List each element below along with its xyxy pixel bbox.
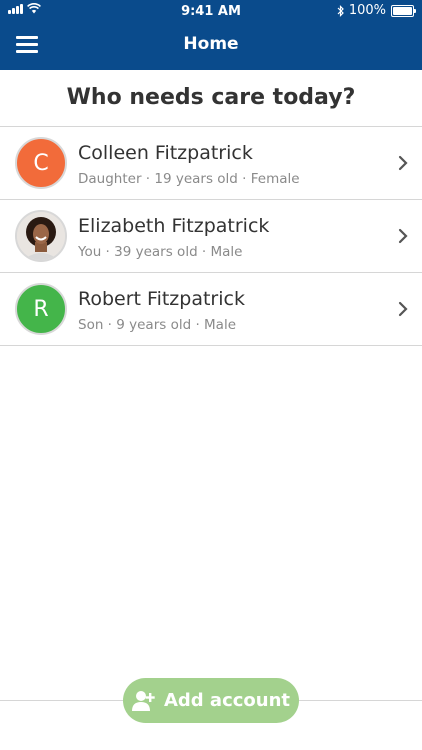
add-account-label: Add account — [163, 690, 291, 711]
status-right: 100% — [337, 3, 416, 18]
person-details: Daughter · 19 years old · Female — [78, 171, 300, 187]
list-item-elizabeth[interactable]: Elizabeth Fitzpatrick You · 39 years old… — [0, 200, 422, 273]
avatar-initial: C — [33, 150, 49, 176]
page-title: Home — [183, 34, 239, 54]
person-photo-icon — [17, 212, 65, 260]
person-details: Son · 9 years old · Male — [78, 317, 237, 333]
bluetooth-icon — [337, 4, 344, 17]
add-account-button[interactable]: Add account — [123, 678, 299, 723]
person-details: You · 39 years old · Male — [78, 244, 243, 260]
list-item-colleen[interactable]: C Colleen Fitzpatrick Daughter · 19 year… — [0, 127, 422, 200]
battery-icon — [391, 4, 416, 17]
chevron-right-icon — [398, 228, 408, 244]
care-prompt: Who needs care today? — [0, 70, 422, 127]
add-person-icon — [131, 690, 155, 711]
avatar-initial: R — [33, 296, 49, 322]
person-name: Colleen Fitzpatrick — [78, 142, 253, 164]
status-bar: 9:41 AM 100% — [0, 0, 422, 22]
nav-bar: Home — [0, 22, 422, 70]
people-list: C Colleen Fitzpatrick Daughter · 19 year… — [0, 127, 422, 346]
battery-percent: 100% — [348, 3, 386, 18]
avatar-photo — [15, 210, 67, 262]
avatar: R — [15, 283, 67, 335]
person-name: Elizabeth Fitzpatrick — [78, 215, 270, 237]
chevron-right-icon — [398, 155, 408, 171]
avatar: C — [15, 137, 67, 189]
person-name: Robert Fitzpatrick — [78, 288, 245, 310]
list-item-robert[interactable]: R Robert Fitzpatrick Son · 9 years old ·… — [0, 273, 422, 346]
top-bar: 9:41 AM 100% Home — [0, 0, 422, 70]
chevron-right-icon — [398, 301, 408, 317]
